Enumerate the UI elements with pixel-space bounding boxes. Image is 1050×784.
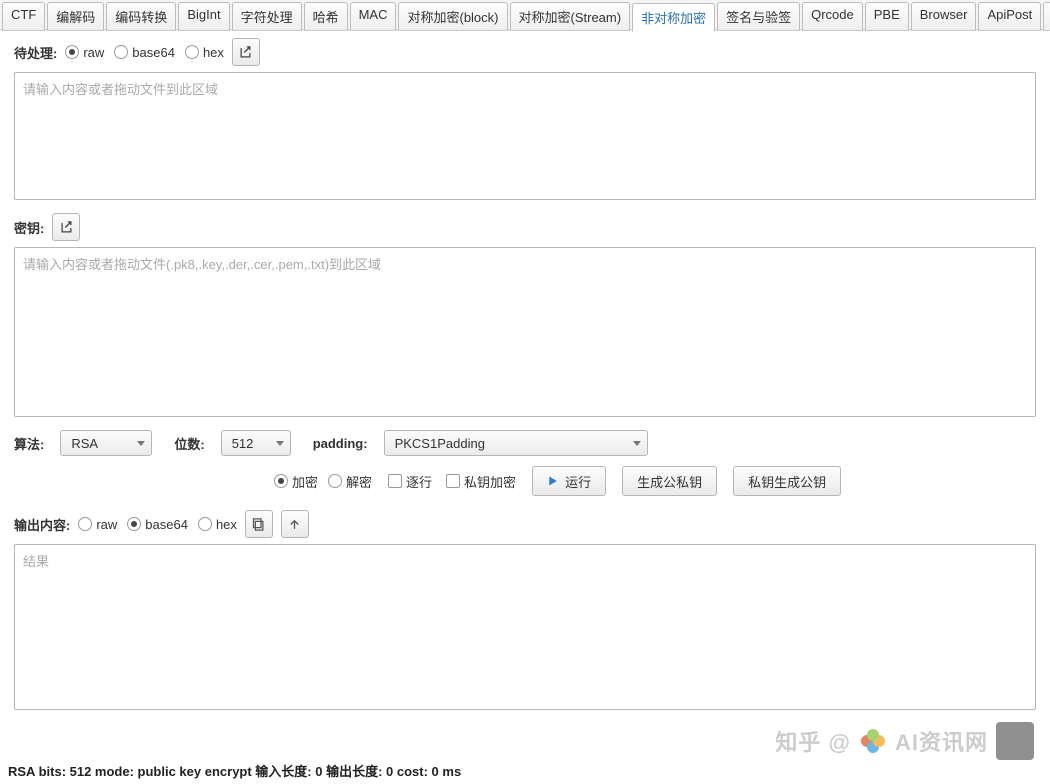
import-key-button[interactable] (52, 213, 80, 241)
algorithm-options-row: 算法: RSA 位数: 512 padding: PKCS1Padding (14, 430, 1036, 456)
import-input-button[interactable] (232, 38, 260, 66)
main-form: 待处理: raw base64 hex 密钥: 算法: RSA 位数: 512 (0, 30, 1050, 713)
key-label: 密钥: (14, 218, 44, 237)
output-format-radio-label: raw (96, 517, 117, 532)
action-row: 加密 解密 逐行 私钥加密 运行 生成公私钥 私钥生成公钥 (274, 466, 1036, 496)
tab-9[interactable]: 非对称加密 (632, 3, 715, 32)
run-button[interactable]: 运行 (532, 466, 606, 496)
flower-icon (859, 727, 887, 755)
watermark-right-text: AI资讯网 (895, 725, 988, 757)
radio-dot-icon (127, 517, 141, 531)
tab-2[interactable]: 编码转换 (106, 2, 176, 31)
send-output-up-button[interactable] (281, 510, 309, 538)
output-format-radio-base64[interactable]: base64 (127, 517, 188, 532)
chevron-down-icon (276, 441, 284, 446)
tab-14[interactable]: ApiPost (978, 2, 1041, 31)
tab-1[interactable]: 编解码 (47, 2, 104, 31)
derive-pubkey-label: 私钥生成公钥 (748, 472, 826, 491)
tab-10[interactable]: 签名与验签 (717, 2, 800, 31)
tab-4[interactable]: 字符处理 (232, 2, 302, 31)
tab-8[interactable]: 对称加密(Stream) (510, 2, 631, 31)
radio-dot-icon (198, 517, 212, 531)
tab-12[interactable]: PBE (865, 2, 909, 31)
checkbox-box-icon (388, 474, 402, 488)
radio-dot-icon (274, 474, 288, 488)
algo-select[interactable]: RSA (60, 430, 152, 456)
radio-dot-icon (65, 45, 79, 59)
bits-value: 512 (232, 436, 254, 451)
output-format-row: 输出内容: raw base64 hex (14, 510, 1036, 538)
radio-dot-icon (78, 517, 92, 531)
derive-pubkey-button[interactable]: 私钥生成公钥 (733, 466, 841, 496)
checkbox-私钥加密[interactable]: 私钥加密 (446, 472, 516, 491)
input-format-radio-hex[interactable]: hex (185, 45, 224, 60)
tab-5[interactable]: 哈希 (304, 2, 348, 31)
mode-radio-label: 解密 (346, 472, 372, 491)
padding-label: padding: (313, 436, 368, 451)
algo-label: 算法: (14, 434, 44, 453)
radio-dot-icon (328, 474, 342, 488)
copy-output-button[interactable] (245, 510, 273, 538)
output-format-radio-hex[interactable]: hex (198, 517, 237, 532)
generate-keypair-button[interactable]: 生成公私钥 (622, 466, 717, 496)
tab-7[interactable]: 对称加密(block) (398, 2, 507, 31)
key-row: 密钥: (14, 213, 1036, 241)
bits-label: 位数: (174, 434, 204, 453)
chevron-down-icon (137, 441, 145, 446)
tab-bar: CTF编解码编码转换BigInt字符处理哈希MAC对称加密(block)对称加密… (0, 0, 1050, 30)
tab-3[interactable]: BigInt (178, 2, 229, 31)
tab-15[interactable]: 压缩 (1043, 2, 1050, 31)
input-format-radio-label: hex (203, 45, 224, 60)
tab-6[interactable]: MAC (350, 2, 397, 31)
output-label: 输出内容: (14, 515, 70, 534)
mode-radio-加密[interactable]: 加密 (274, 472, 318, 491)
radio-dot-icon (114, 45, 128, 59)
padding-value: PKCS1Padding (395, 436, 485, 451)
input-format-radio-base64[interactable]: base64 (114, 45, 175, 60)
input-textarea[interactable] (14, 72, 1036, 200)
generate-keypair-label: 生成公私钥 (637, 472, 702, 491)
tab-13[interactable]: Browser (911, 2, 977, 31)
status-bar: RSA bits: 512 mode: public key encrypt 输… (8, 761, 461, 780)
algo-value: RSA (71, 436, 98, 451)
mode-radio-label: 加密 (292, 472, 318, 491)
input-format-radio-raw[interactable]: raw (65, 45, 104, 60)
input-format-row: 待处理: raw base64 hex (14, 38, 1036, 66)
checkbox-label: 私钥加密 (464, 472, 516, 491)
checkbox-box-icon (446, 474, 460, 488)
input-format-radio-label: base64 (132, 45, 175, 60)
output-format-radio-label: base64 (145, 517, 188, 532)
watermark-logo-box (996, 722, 1034, 760)
output-format-radio-label: hex (216, 517, 237, 532)
tab-11[interactable]: Qrcode (802, 2, 863, 31)
checkbox-label: 逐行 (406, 472, 432, 491)
input-label: 待处理: (14, 43, 57, 62)
checkbox-逐行[interactable]: 逐行 (388, 472, 432, 491)
mode-radio-解密[interactable]: 解密 (328, 472, 372, 491)
watermark-left-text: 知乎 @ (775, 725, 851, 757)
radio-dot-icon (185, 45, 199, 59)
input-format-radio-label: raw (83, 45, 104, 60)
output-format-radio-raw[interactable]: raw (78, 517, 117, 532)
watermark: 知乎 @ AI资讯网 (775, 722, 1034, 760)
run-button-label: 运行 (565, 472, 591, 491)
chevron-down-icon (633, 441, 641, 446)
padding-select[interactable]: PKCS1Padding (384, 430, 648, 456)
output-textarea[interactable] (14, 544, 1036, 710)
tab-0[interactable]: CTF (2, 2, 45, 31)
key-textarea[interactable] (14, 247, 1036, 417)
bits-select[interactable]: 512 (221, 430, 291, 456)
